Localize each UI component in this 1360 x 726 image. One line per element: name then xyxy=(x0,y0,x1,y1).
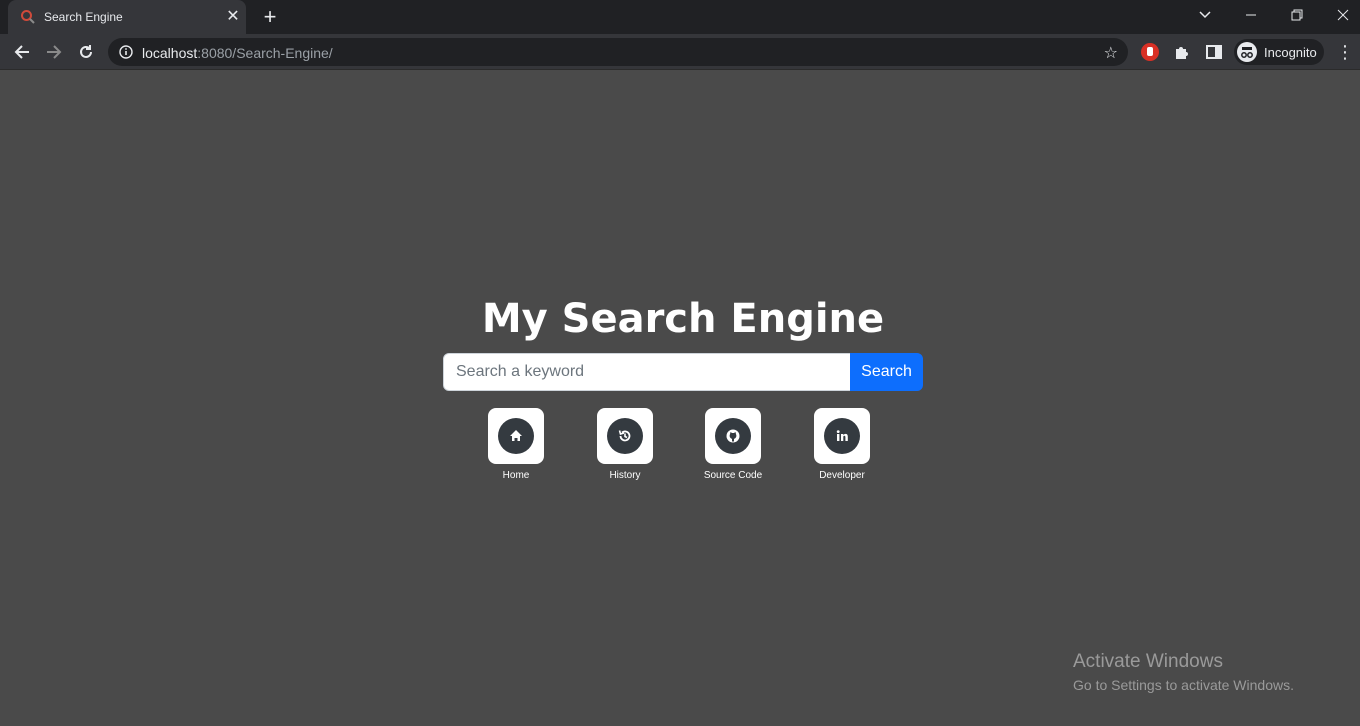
linkedin-icon-circle xyxy=(824,418,860,454)
extensions-puzzle-icon[interactable] xyxy=(1172,42,1192,62)
minimize-icon[interactable] xyxy=(1236,4,1266,26)
search-input[interactable] xyxy=(443,353,851,391)
history-icon xyxy=(618,430,631,442)
github-icon xyxy=(726,429,740,443)
tab-title: Search Engine xyxy=(44,10,123,24)
source-code-tile[interactable] xyxy=(705,408,761,464)
tab-search-icon[interactable] xyxy=(1190,4,1220,26)
browser-tab[interactable]: Search Engine ✕ xyxy=(8,0,246,34)
reload-icon[interactable] xyxy=(74,40,98,64)
history-icon-circle xyxy=(607,418,643,454)
forward-icon[interactable] xyxy=(42,40,66,64)
back-icon[interactable] xyxy=(10,40,34,64)
url-path: :8080/Search-Engine/ xyxy=(197,45,333,61)
site-info-icon[interactable] xyxy=(118,44,134,60)
extension-hand-icon[interactable] xyxy=(1140,42,1160,62)
url-text: localhost:8080/Search-Engine/ xyxy=(142,45,333,61)
restore-icon[interactable] xyxy=(1282,4,1312,26)
home-icon-circle xyxy=(498,418,534,454)
incognito-label: Incognito xyxy=(1264,45,1317,60)
developer-tile[interactable] xyxy=(814,408,870,464)
tab-strip: Search Engine ✕ + xyxy=(0,0,1360,34)
incognito-profile-button[interactable]: Incognito xyxy=(1234,39,1324,65)
new-tab-button[interactable]: + xyxy=(258,6,282,30)
source-code-label: Source Code xyxy=(703,470,763,481)
tab-close-icon[interactable]: ✕ xyxy=(224,8,242,26)
quick-links: Home History Source Code Developer xyxy=(0,408,1360,488)
history-label: History xyxy=(609,470,641,481)
watermark-title: Activate Windows xyxy=(1073,651,1223,672)
home-icon xyxy=(510,430,522,441)
browser-menu-icon[interactable]: ⋮ xyxy=(1336,42,1354,62)
search-form: Search xyxy=(443,353,923,391)
side-panel-icon[interactable] xyxy=(1204,42,1224,62)
search-favicon-icon xyxy=(20,9,36,25)
page-content: My Search Engine Search Home History xyxy=(0,71,1360,726)
address-bar[interactable]: localhost:8080/Search-Engine/ ☆ xyxy=(108,38,1128,66)
github-icon-circle xyxy=(715,418,751,454)
close-window-icon[interactable] xyxy=(1328,4,1358,26)
home-label: Home xyxy=(502,470,530,481)
incognito-icon xyxy=(1237,42,1257,62)
url-host: localhost xyxy=(142,45,198,61)
bookmark-star-icon[interactable]: ☆ xyxy=(1104,43,1118,63)
home-tile[interactable] xyxy=(488,408,544,464)
watermark-subtitle: Go to Settings to activate Windows. xyxy=(1073,677,1294,693)
search-button[interactable]: Search xyxy=(850,353,923,391)
page-title: My Search Engine xyxy=(481,296,885,342)
browser-toolbar: localhost:8080/Search-Engine/ ☆ Incognit… xyxy=(0,34,1360,70)
developer-label: Developer xyxy=(819,470,865,481)
linkedin-icon xyxy=(836,430,848,441)
windows-activation-watermark: Activate Windows Go to Settings to activ… xyxy=(1073,651,1294,693)
history-tile[interactable] xyxy=(597,408,653,464)
